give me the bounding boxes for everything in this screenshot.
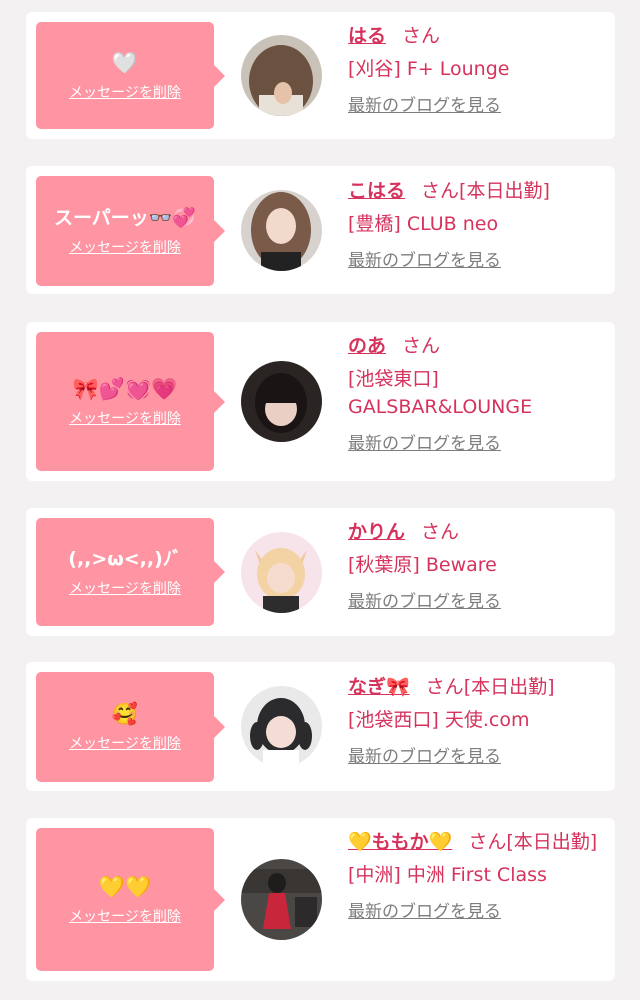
user-info: はる さん [刈谷] F+ Lounge 最新のブログを見る [348,22,610,117]
latest-blog-link[interactable]: 最新のブログを見る [348,250,501,272]
list-item: 🎀💕💓💗 メッセージを削除 のあ さん [池袋東口] GALSBAR&LOUNGE… [26,322,615,481]
latest-blog-link[interactable]: 最新のブログを見る [348,591,501,613]
latest-blog-link[interactable]: 最新のブログを見る [348,901,501,923]
shop-name: [池袋東口] GALSBAR&LOUNGE [348,368,533,418]
latest-blog-link[interactable]: 最新のブログを見る [348,746,501,768]
avatar[interactable] [241,686,322,767]
message-bubble: スーパーッ👓💞 メッセージを削除 [36,176,225,286]
honorific: さん [468,831,507,853]
user-name-link[interactable]: 💛ももか💛 [348,831,452,853]
avatar[interactable] [241,859,322,940]
shop-name: [秋葉原] Beware [348,554,497,576]
avatar[interactable] [241,190,322,271]
user-name-link[interactable]: かりん [348,521,405,543]
user-info: なぎ🎀 さん[本日出勤] [池袋西口] 天使.com 最新のブログを見る [348,673,610,768]
shop-name: [刈谷] F+ Lounge [348,58,510,80]
message-text: (,,>ω<,,)ﾉﾞ [68,548,182,570]
avatar[interactable] [241,361,322,442]
shop-name: [豊橋] CLUB neo [348,213,499,235]
honorific: さん [421,180,460,202]
user-info: こはる さん[本日出勤] [豊橋] CLUB neo 最新のブログを見る [348,177,610,272]
message-text: 🤍 [111,50,139,75]
list-item: 🤍 メッセージを削除 はる さん [刈谷] F+ Lounge 最新のブログを見る [26,12,615,139]
latest-blog-link[interactable]: 最新のブログを見る [348,433,501,455]
message-text: スーパーッ👓💞 [53,207,197,229]
honorific: さん [425,676,464,698]
message-text: 💛💛 [98,874,152,899]
list-item: スーパーッ👓💞 メッセージを削除 こはる さん[本日出勤] [豊橋] CLUB n… [26,166,615,294]
message-bubble: 🎀💕💓💗 メッセージを削除 [36,332,225,471]
avatar-photo-icon [241,361,322,442]
avatar[interactable] [241,35,322,116]
list-item: 🥰 メッセージを削除 なぎ🎀 さん[本日出勤] [池袋西口] 天使.com 最新の… [26,662,615,791]
avatar-photo-icon [241,859,322,940]
honorific: さん [402,335,441,357]
user-name-link[interactable]: はる [348,25,386,47]
user-name-link[interactable]: のあ [348,335,386,357]
shop-name: [中洲] 中洲 First Class [348,864,547,886]
message-bubble: (,,>ω<,,)ﾉﾞ メッセージを削除 [36,518,225,626]
latest-blog-link[interactable]: 最新のブログを見る [348,95,501,117]
delete-message-link[interactable]: メッセージを削除 [69,735,181,753]
list-item: (,,>ω<,,)ﾉﾞ メッセージを削除 かりん さん [秋葉原] Beware … [26,508,615,636]
shop-name: [池袋西口] 天使.com [348,709,530,731]
delete-message-link[interactable]: メッセージを削除 [69,84,181,102]
message-bubble: 💛💛 メッセージを削除 [36,828,225,971]
message-text: 🎀💕💓💗 [72,376,178,401]
user-info: のあ さん [池袋東口] GALSBAR&LOUNGE 最新のブログを見る [348,332,610,455]
message-bubble: 🥰 メッセージを削除 [36,672,225,782]
avatar-photo-icon [241,532,322,613]
user-name-link[interactable]: なぎ🎀 [348,676,410,698]
message-list: 🤍 メッセージを削除 はる さん [刈谷] F+ Lounge 最新のブログを見る… [0,0,640,1000]
honorific: さん [421,521,460,543]
delete-message-link[interactable]: メッセージを削除 [69,580,181,598]
avatar-photo-icon [241,190,322,271]
status-text: [本日出勤] [463,676,555,698]
list-item: 💛💛 メッセージを削除 💛ももか💛 さん[本日出勤] [中洲] 中洲 First … [26,818,615,981]
user-name-link[interactable]: こはる [348,180,405,202]
delete-message-link[interactable]: メッセージを削除 [69,908,181,926]
message-text: 🥰 [111,702,139,726]
avatar-photo-icon [241,35,322,116]
status-text: [本日出勤] [506,831,598,853]
honorific: さん [402,25,441,47]
status-text: [本日出勤] [459,180,550,202]
message-bubble: 🤍 メッセージを削除 [36,22,225,129]
avatar-photo-icon [241,686,322,767]
delete-message-link[interactable]: メッセージを削除 [69,410,181,428]
user-info: かりん さん [秋葉原] Beware 最新のブログを見る [348,518,610,613]
delete-message-link[interactable]: メッセージを削除 [69,239,181,257]
user-info: 💛ももか💛 さん[本日出勤] [中洲] 中洲 First Class 最新のブログ… [348,828,610,923]
avatar[interactable] [241,532,322,613]
